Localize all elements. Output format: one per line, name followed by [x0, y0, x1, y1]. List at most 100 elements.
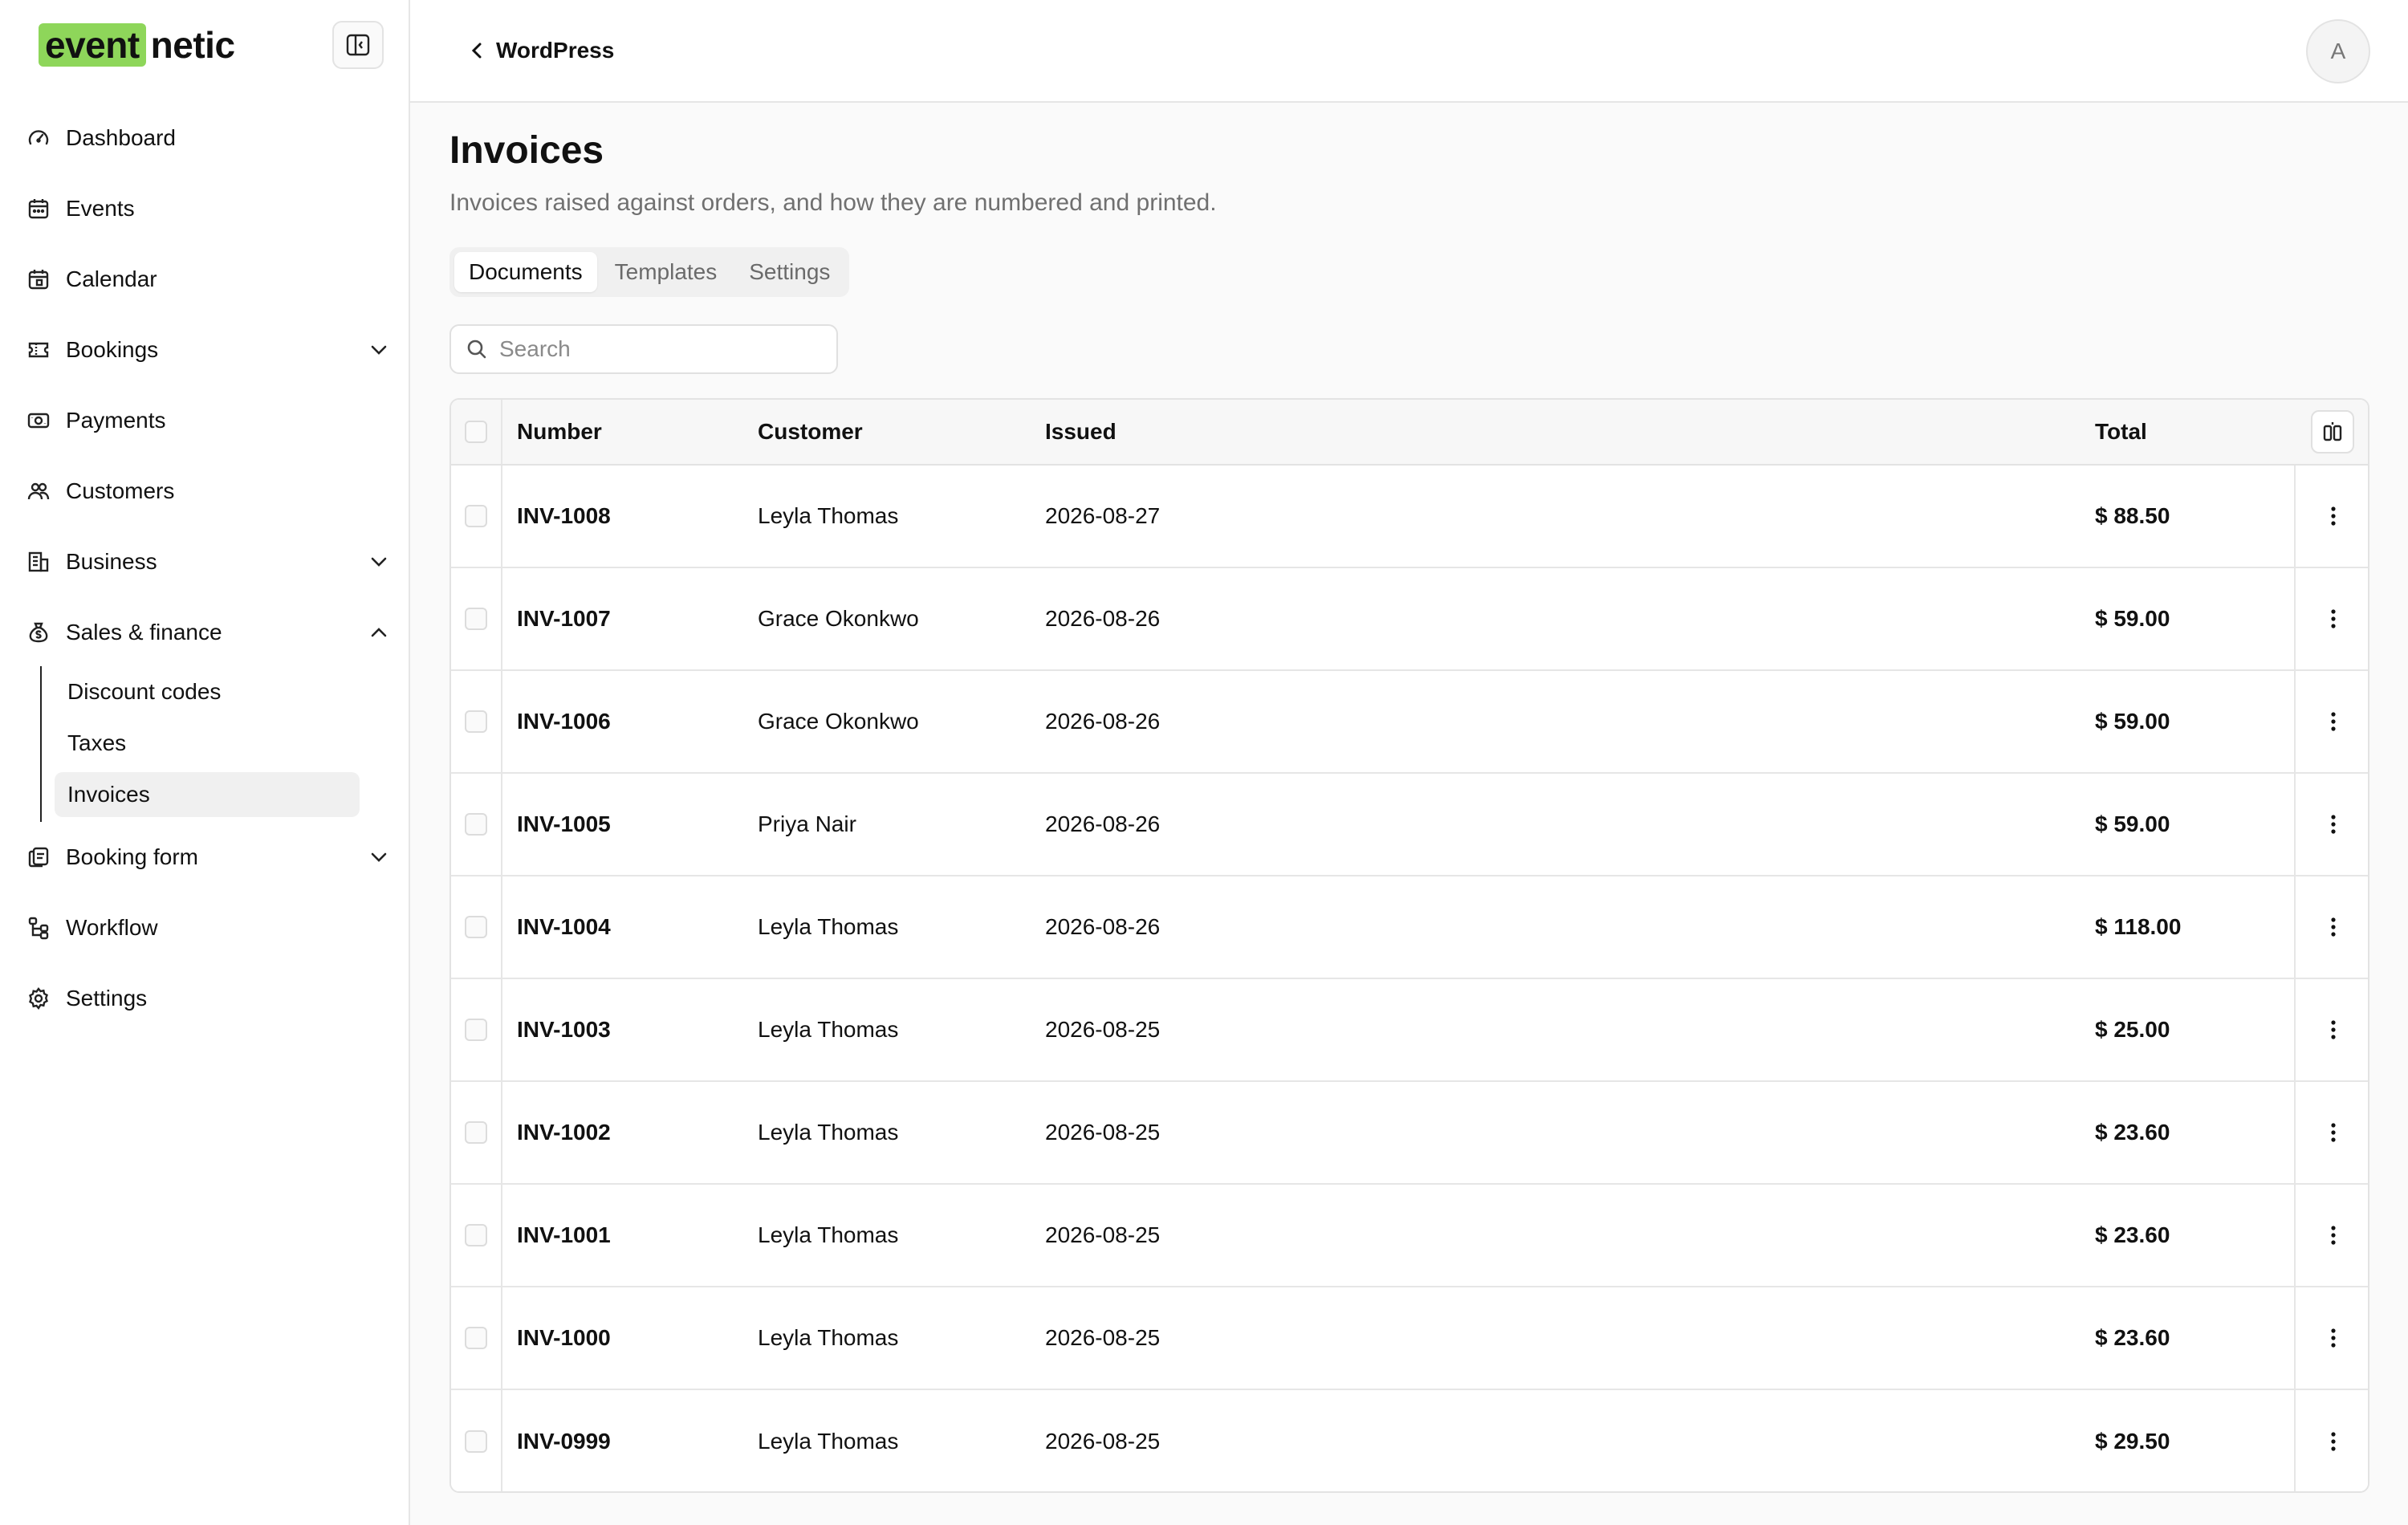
- tab-documents[interactable]: Documents: [454, 252, 597, 292]
- table-row[interactable]: INV-1003 Leyla Thomas 2026-08-25 $ 25.00: [451, 979, 2368, 1082]
- table-row[interactable]: INV-0999 Leyla Thomas 2026-08-25 $ 29.50: [451, 1390, 2368, 1491]
- column-header-number[interactable]: Number: [517, 400, 602, 464]
- sidebar-item-label: Customers: [66, 478, 175, 503]
- row-actions-cell: [2294, 1287, 2368, 1389]
- sidebar-item-events[interactable]: Events: [24, 185, 393, 233]
- cell-total: $ 88.50: [2095, 503, 2170, 528]
- cell-customer: Leyla Thomas: [758, 1429, 899, 1454]
- more-actions-icon[interactable]: [2317, 500, 2349, 532]
- tab-list: Documents Templates Settings: [449, 247, 850, 297]
- cell-issued: 2026-08-25: [1045, 1325, 1161, 1350]
- column-toggle-cell: [2294, 400, 2368, 464]
- sidebar-item-label: Events: [66, 196, 135, 221]
- logo[interactable]: event netic: [39, 22, 235, 67]
- sidebar-toggle-button[interactable]: [332, 21, 384, 69]
- more-actions-icon[interactable]: [2317, 1116, 2349, 1149]
- table-row[interactable]: INV-1001 Leyla Thomas 2026-08-25 $ 23.60: [451, 1185, 2368, 1287]
- sidebar-item-business[interactable]: Business: [24, 538, 393, 586]
- logo-highlight: event: [39, 23, 146, 67]
- sidebar-item-payments[interactable]: Payments: [24, 396, 393, 445]
- sidebar-item-sales-finance[interactable]: Sales & finance: [24, 608, 393, 657]
- more-actions-icon[interactable]: [2317, 1322, 2349, 1354]
- more-actions-icon[interactable]: [2317, 808, 2349, 840]
- more-actions-icon[interactable]: [2317, 911, 2349, 943]
- sidebar-subitem-invoices[interactable]: Invoices: [55, 772, 360, 817]
- more-actions-icon[interactable]: [2317, 706, 2349, 738]
- select-all-checkbox[interactable]: [465, 421, 487, 443]
- sidebar-item-label: Bookings: [66, 337, 159, 362]
- sidebar-item-label: Booking form: [66, 844, 198, 869]
- more-actions-icon[interactable]: [2317, 603, 2349, 635]
- cell-issued: 2026-08-25: [1045, 1120, 1161, 1145]
- row-checkbox[interactable]: [465, 1430, 487, 1453]
- column-header-customer[interactable]: Customer: [758, 400, 863, 464]
- gear-icon: [24, 984, 53, 1013]
- sidebar-item-workflow[interactable]: Workflow: [24, 904, 393, 952]
- cell-customer: Grace Okonkwo: [758, 606, 919, 631]
- row-checkbox[interactable]: [465, 1224, 487, 1246]
- table-row[interactable]: INV-1008 Leyla Thomas 2026-08-27 $ 88.50: [451, 466, 2368, 568]
- row-checkbox[interactable]: [465, 608, 487, 630]
- logo-rest: netic: [150, 24, 235, 66]
- table-row[interactable]: INV-1005 Priya Nair 2026-08-26 $ 59.00: [451, 774, 2368, 876]
- sidebar-item-customers[interactable]: Customers: [24, 467, 393, 515]
- back-link[interactable]: WordPress: [470, 31, 614, 71]
- columns-icon: [2323, 422, 2342, 441]
- row-checkbox[interactable]: [465, 813, 487, 836]
- table-row[interactable]: INV-1004 Leyla Thomas 2026-08-26 $ 118.00: [451, 876, 2368, 979]
- cell-issued: 2026-08-26: [1045, 709, 1161, 734]
- sidebar-item-settings[interactable]: Settings: [24, 974, 393, 1023]
- sidebar-subitem-taxes[interactable]: Taxes: [55, 721, 360, 766]
- calendar-grid-icon: [24, 265, 53, 294]
- sales-finance-subnav: Discount codes Taxes Invoices: [40, 666, 361, 822]
- cell-number: INV-1005: [517, 811, 611, 836]
- column-header-total[interactable]: Total: [2095, 400, 2147, 464]
- table-row[interactable]: INV-1007 Grace Okonkwo 2026-08-26 $ 59.00: [451, 568, 2368, 671]
- columns-button[interactable]: [2311, 410, 2354, 453]
- cell-number: INV-0999: [517, 1429, 611, 1454]
- tab-templates[interactable]: Templates: [600, 252, 732, 292]
- more-actions-icon[interactable]: [2317, 1219, 2349, 1251]
- row-checkbox[interactable]: [465, 710, 487, 733]
- cell-issued: 2026-08-26: [1045, 811, 1161, 836]
- table-row[interactable]: INV-1000 Leyla Thomas 2026-08-25 $ 23.60: [451, 1287, 2368, 1390]
- more-actions-icon[interactable]: [2317, 1425, 2349, 1458]
- cell-number: INV-1007: [517, 606, 611, 631]
- table-row[interactable]: INV-1002 Leyla Thomas 2026-08-25 $ 23.60: [451, 1082, 2368, 1185]
- table-row[interactable]: INV-1006 Grace Okonkwo 2026-08-26 $ 59.00: [451, 671, 2368, 774]
- sidebar-item-label: Settings: [66, 986, 148, 1011]
- more-actions-icon[interactable]: [2317, 1014, 2349, 1046]
- row-select-cell: [451, 876, 502, 978]
- row-checkbox[interactable]: [465, 1019, 487, 1041]
- cell-total: $ 59.00: [2095, 811, 2170, 836]
- cell-customer: Leyla Thomas: [758, 914, 899, 939]
- chevron-up-icon[interactable]: [364, 618, 393, 647]
- row-checkbox[interactable]: [465, 505, 487, 527]
- tab-settings[interactable]: Settings: [734, 252, 844, 292]
- chevron-down-icon[interactable]: [364, 843, 393, 872]
- row-select-cell: [451, 1390, 502, 1491]
- chevron-down-icon[interactable]: [364, 547, 393, 576]
- page-description: Invoices raised against orders, and how …: [449, 189, 1217, 216]
- cell-number: INV-1004: [517, 914, 611, 939]
- cell-issued: 2026-08-25: [1045, 1429, 1161, 1454]
- row-checkbox[interactable]: [465, 916, 487, 938]
- row-actions-cell: [2294, 568, 2368, 669]
- cell-total: $ 29.50: [2095, 1429, 2170, 1454]
- search-input[interactable]: [499, 336, 820, 362]
- ticket-icon: [24, 336, 53, 364]
- row-checkbox[interactable]: [465, 1121, 487, 1144]
- building-icon: [24, 547, 53, 576]
- sidebar-item-calendar[interactable]: Calendar: [24, 255, 393, 303]
- avatar[interactable]: A: [2306, 19, 2370, 83]
- form-icon: [24, 843, 53, 872]
- row-checkbox[interactable]: [465, 1327, 487, 1349]
- cell-number: INV-1006: [517, 709, 611, 734]
- sidebar-item-booking-form[interactable]: Booking form: [24, 833, 393, 881]
- chevron-down-icon[interactable]: [364, 336, 393, 364]
- sidebar-subitem-discount-codes[interactable]: Discount codes: [55, 669, 360, 714]
- sidebar-item-label: Payments: [66, 408, 166, 433]
- sidebar-item-bookings[interactable]: Bookings: [24, 326, 393, 374]
- column-header-issued[interactable]: Issued: [1045, 400, 1117, 464]
- sidebar-item-dashboard[interactable]: Dashboard: [24, 114, 393, 162]
